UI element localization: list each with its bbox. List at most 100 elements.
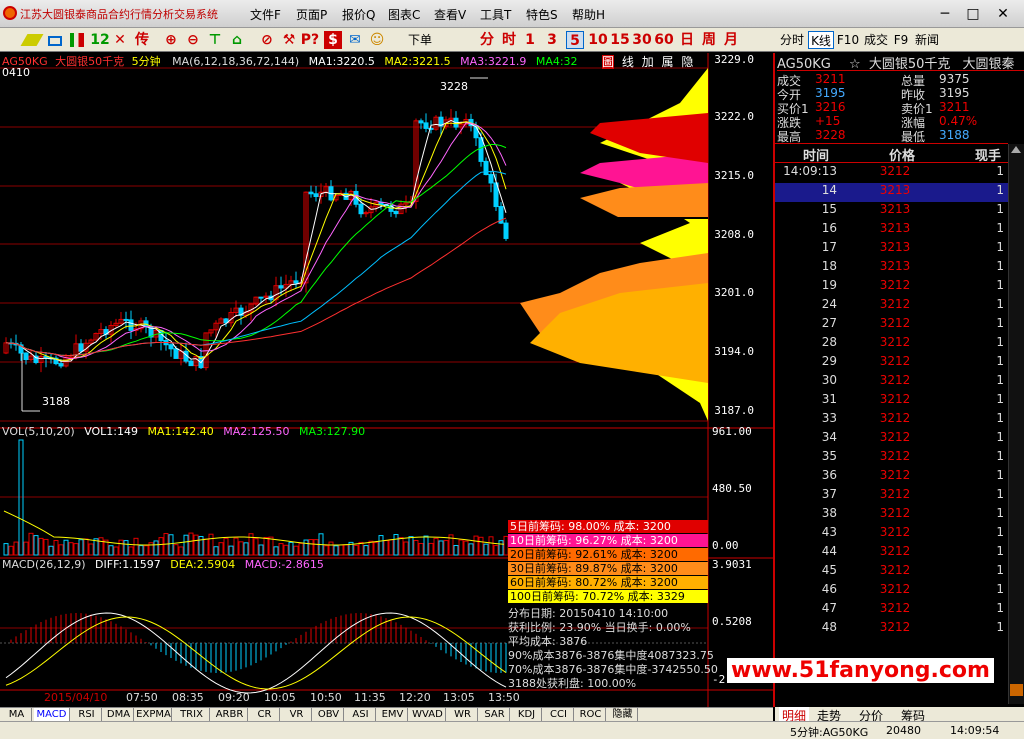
tick-row[interactable]: 28 3212 1: [775, 335, 1008, 354]
toggle-attr[interactable]: 属: [662, 55, 674, 69]
indicator-tab[interactable]: MACD: [34, 708, 70, 722]
zoom-out-icon[interactable]: ⊖: [184, 31, 202, 49]
indicator-tab[interactable]: EMV: [378, 708, 408, 722]
tick-row[interactable]: 24 3212 1: [775, 297, 1008, 316]
tick-row[interactable]: 47 3212 1: [775, 601, 1008, 620]
period-15[interactable]: 15: [610, 31, 630, 49]
tick-row[interactable]: 19 3212 1: [775, 278, 1008, 297]
indicator-tab[interactable]: TRIX: [174, 708, 210, 722]
toggle-add[interactable]: 加: [642, 55, 654, 69]
menu-chart[interactable]: 图表C: [388, 6, 420, 23]
view-kline[interactable]: K线: [808, 31, 834, 49]
menu-view[interactable]: 查看V: [434, 6, 466, 23]
tick-row[interactable]: 16 3213 1: [775, 221, 1008, 240]
indicator-tab[interactable]: ROC: [576, 708, 606, 722]
period-day[interactable]: 日: [678, 31, 696, 49]
chart-icon[interactable]: [48, 36, 62, 46]
period-5[interactable]: 5: [566, 31, 584, 49]
view-f10[interactable]: F10: [836, 31, 860, 49]
period-1[interactable]: 1: [522, 31, 538, 49]
tick-row[interactable]: 43 3212 1: [775, 525, 1008, 544]
tick-row[interactable]: 14:09:13 3212 1: [775, 164, 1008, 183]
kline-chart[interactable]: AG50KG 大圆银50千克 5分钟 MA(6,12,18,36,72,144)…: [0, 53, 773, 707]
indicator-tab[interactable]: CCI: [544, 708, 574, 722]
menu-help[interactable]: 帮助H: [572, 6, 605, 23]
tick-row[interactable]: 15 3213 1: [775, 202, 1008, 221]
indicator-tab[interactable]: CR: [250, 708, 280, 722]
period-fen[interactable]: 分: [478, 31, 496, 49]
tick-row[interactable]: 17 3213 1: [775, 240, 1008, 259]
indicator-tab[interactable]: KDJ: [512, 708, 542, 722]
menu-page[interactable]: 页面P: [296, 6, 327, 23]
tick-row[interactable]: 31 3212 1: [775, 392, 1008, 411]
zoom-in-icon[interactable]: ⊕: [162, 31, 180, 49]
indicator-tab[interactable]: MA: [2, 708, 32, 722]
period-month[interactable]: 月: [722, 31, 740, 49]
tick-row[interactable]: 37 3212 1: [775, 487, 1008, 506]
indicator-tab[interactable]: OBV: [314, 708, 344, 722]
period-3[interactable]: 3: [544, 31, 560, 49]
tb-transfer[interactable]: 传: [132, 31, 152, 49]
tools-icon[interactable]: ⚒: [280, 31, 298, 49]
tick-row[interactable]: 34 3212 1: [775, 430, 1008, 449]
scroll-thumb[interactable]: [1010, 684, 1023, 696]
period-week[interactable]: 周: [700, 31, 718, 49]
tick-row[interactable]: 38 3212 1: [775, 506, 1008, 525]
home-icon[interactable]: ⌂: [228, 31, 246, 49]
tick-row[interactable]: 45 3212 1: [775, 563, 1008, 582]
period-shi[interactable]: 时: [500, 31, 518, 49]
minimize-button[interactable]: ─: [932, 4, 958, 24]
menu-features[interactable]: 特色S: [526, 6, 558, 23]
toggle-hide[interactable]: 隐: [681, 55, 693, 69]
pin-icon[interactable]: ⊤: [206, 31, 224, 49]
indicator-tab[interactable]: WVAD: [410, 708, 446, 722]
favorite-star-icon[interactable]: ☆: [849, 57, 861, 72]
tick-row[interactable]: 33 3212 1: [775, 411, 1008, 430]
tick-row[interactable]: 27 3212 1: [775, 316, 1008, 335]
toggle-chart[interactable]: 圖: [602, 55, 615, 69]
period-60[interactable]: 60: [654, 31, 674, 49]
tick-row[interactable]: 30 3212 1: [775, 373, 1008, 392]
indicator-tab[interactable]: ARBR: [212, 708, 248, 722]
indicator-tab[interactable]: VR: [282, 708, 312, 722]
tick-row[interactable]: 36 3212 1: [775, 468, 1008, 487]
money-icon[interactable]: $: [324, 31, 342, 49]
smile-icon[interactable]: ☺: [368, 31, 386, 49]
tick-row[interactable]: 48 3212 1: [775, 620, 1008, 639]
close-x-icon[interactable]: ✕: [112, 31, 128, 49]
tick-row[interactable]: 18 3213 1: [775, 259, 1008, 278]
tick-scrollbar[interactable]: [1008, 144, 1024, 704]
ticks-list[interactable]: 14:09:13 3212 1 14 3213 1 15 3213 1 16 3213 1 17 3213…: [775, 164, 1008, 674]
indicator-tab[interactable]: 隐藏: [608, 708, 638, 722]
indicator-tab[interactable]: DMA: [104, 708, 134, 722]
maximize-button[interactable]: □: [960, 4, 986, 24]
tick-row[interactable]: 35 3212 1: [775, 449, 1008, 468]
view-trades[interactable]: 成交: [862, 31, 890, 49]
view-timeshare[interactable]: 分时: [778, 31, 806, 49]
view-f9[interactable]: F9: [892, 31, 910, 49]
order-button[interactable]: 下单: [398, 31, 442, 49]
tick-row[interactable]: 29 3212 1: [775, 354, 1008, 373]
period-30[interactable]: 30: [632, 31, 652, 49]
tb-12[interactable]: 12: [90, 31, 110, 49]
pen-icon[interactable]: [20, 34, 44, 46]
tick-row[interactable]: 44 3212 1: [775, 544, 1008, 563]
help-icon[interactable]: P?: [300, 31, 320, 49]
scroll-up-icon[interactable]: [1011, 146, 1021, 153]
tick-row[interactable]: 14 3213 1: [775, 183, 1008, 202]
bars-icon[interactable]: [70, 33, 84, 47]
view-news[interactable]: 新闻: [912, 31, 942, 49]
forbidden-icon[interactable]: ⊘: [258, 31, 276, 49]
menu-tools[interactable]: 工具T: [480, 6, 511, 23]
indicator-tab[interactable]: ASI: [346, 708, 376, 722]
indicator-tab[interactable]: EXPMA: [136, 708, 172, 722]
indicator-tab[interactable]: SAR: [480, 708, 510, 722]
close-button[interactable]: ✕: [990, 4, 1016, 24]
toggle-line[interactable]: 线: [622, 55, 634, 69]
tick-row[interactable]: 46 3212 1: [775, 582, 1008, 601]
menu-file[interactable]: 文件F: [250, 6, 281, 23]
menu-quote[interactable]: 报价Q: [342, 6, 375, 23]
period-10[interactable]: 10: [588, 31, 608, 49]
indicator-tab[interactable]: RSI: [72, 708, 102, 722]
message-icon[interactable]: ✉: [346, 31, 364, 49]
